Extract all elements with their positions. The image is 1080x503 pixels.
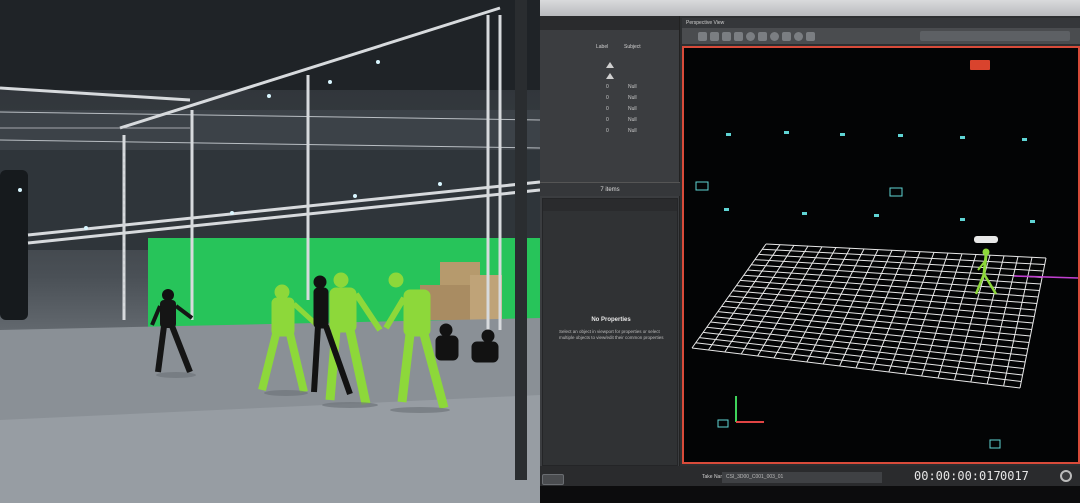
properties-description: Select an object in viewport for propert… xyxy=(559,329,664,340)
list-item[interactable]: 0 Null xyxy=(598,104,678,115)
tracker-value: Null xyxy=(628,84,637,90)
list-item[interactable]: 0 Null xyxy=(598,82,678,93)
column-label: Label xyxy=(596,44,609,50)
toolbar-grid-icon[interactable] xyxy=(758,31,767,41)
mocap-app-window: Label Subject 0 Null 0 Null 0 Null 0 Null 0N… xyxy=(540,16,1080,503)
mocap-stage-photo xyxy=(0,0,540,503)
properties-title: No Properties xyxy=(591,317,631,323)
take-name-field[interactable]: CSI_3D00_C001_003_01 xyxy=(722,472,882,483)
tracker-panel-header xyxy=(540,16,679,30)
list-item[interactable] xyxy=(598,71,678,82)
toolbar-scale-icon[interactable] xyxy=(734,31,743,41)
tracker-list: 0 Null 0 Null 0 Null 0 Null 0 Null xyxy=(598,60,678,137)
triangle-icon xyxy=(606,73,614,79)
grid-line xyxy=(691,347,1021,389)
toolbar-move-icon[interactable] xyxy=(710,31,719,41)
record-button[interactable] xyxy=(1060,470,1072,482)
toolbar-rotate-icon[interactable] xyxy=(722,31,731,41)
stage-scene xyxy=(0,0,540,503)
frame-counter: 0017 xyxy=(1000,469,1029,483)
tracker-panel: Label Subject 0 Null 0 Null 0 Null 0 Null 0N… xyxy=(540,16,680,466)
list-item[interactable] xyxy=(598,60,678,71)
properties-panel: No Properties Select an object in viewpo… xyxy=(542,198,678,466)
tracker-value: Null xyxy=(628,117,637,123)
triangle-icon xyxy=(606,62,614,68)
viewport-pane: Perspective View xyxy=(682,18,1080,466)
actor-skeleton xyxy=(974,236,998,295)
tracker-column-headers: Label Subject xyxy=(560,44,670,54)
toolbar-bone-icon[interactable] xyxy=(782,31,791,41)
toolbar-view-icon[interactable] xyxy=(794,31,803,41)
tracker-value: Null xyxy=(628,128,637,134)
grid-line xyxy=(695,342,1022,382)
tracker-value: Null xyxy=(628,106,637,112)
list-item[interactable]: 0 Null xyxy=(598,126,678,137)
list-item[interactable]: 0 Null xyxy=(598,115,678,126)
camera-markers xyxy=(724,131,1035,223)
toolbar-camera-icon[interactable] xyxy=(746,31,755,41)
tracker-value: Null xyxy=(628,95,637,101)
monitor-bottom-bezel xyxy=(540,486,1080,503)
list-item[interactable]: 0 Null xyxy=(598,93,678,104)
timecode-display: 00:00:00:017 xyxy=(914,469,1001,483)
properties-panel-header xyxy=(543,199,677,211)
viewport-search-input[interactable] xyxy=(920,31,1070,41)
grid-line xyxy=(986,256,1019,385)
toolbar-select-icon[interactable] xyxy=(698,31,707,41)
3d-viewport[interactable] xyxy=(682,46,1080,464)
viewport-scene xyxy=(691,131,1078,449)
composite-photo: Label Subject 0 Null 0 Null 0 Null 0 Null 0N… xyxy=(0,0,1080,503)
mocap-software-monitor: Label Subject 0 Null 0 Null 0 Null 0 Null 0N… xyxy=(540,0,1080,503)
floor-grid xyxy=(691,243,1047,389)
toolbar-settings-icon[interactable] xyxy=(806,31,815,41)
tracker-count: 7 items xyxy=(540,182,680,196)
axis-gizmo xyxy=(717,396,764,428)
toolbar-marker-icon[interactable] xyxy=(770,31,779,41)
monitor-bezel xyxy=(540,0,1080,16)
tab-perspective-view[interactable]: Perspective View xyxy=(682,18,1080,28)
column-subject: Subject xyxy=(624,44,641,50)
status-button[interactable] xyxy=(542,474,564,485)
